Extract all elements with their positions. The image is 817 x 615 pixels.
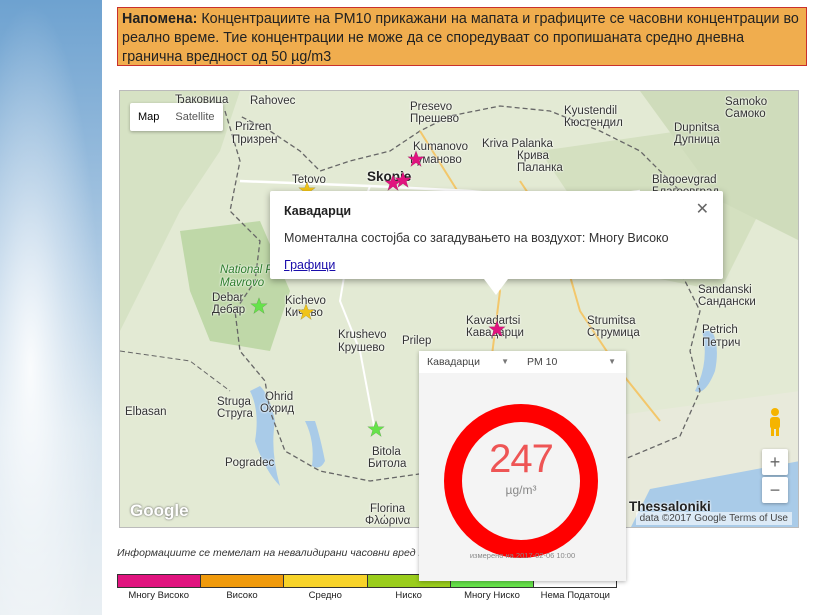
map-place-label: Кюстендил — [564, 117, 623, 129]
map-place-label: Сандански — [698, 296, 756, 308]
map-place-label: Blagoevgrad — [652, 174, 717, 186]
charts-link[interactable]: Графици — [284, 258, 335, 272]
map-place-label: Φλώρινα — [365, 515, 411, 527]
gauge-value: 247 — [489, 437, 554, 481]
legend-label: Многу Високо — [128, 590, 189, 601]
info-window: Кавадарци Моментална состојба со загадув… — [270, 191, 723, 295]
gauge-unit: µg/m³ — [505, 483, 537, 497]
map-place-label: Струга — [217, 408, 253, 420]
map-place-label: Petrich — [702, 324, 738, 336]
info-disclaimer: Информациите се темелат на невалидирани … — [117, 547, 442, 559]
map-place-label: Pogradec — [225, 457, 275, 469]
map-place-label: Samoko — [725, 96, 768, 108]
station-star-icon[interactable] — [394, 171, 412, 189]
zoom-out-button[interactable]: − — [762, 477, 788, 503]
map-place-label: Sandanski — [698, 284, 752, 296]
legend-swatch — [118, 575, 202, 587]
map-type-control: Map Satellite — [130, 103, 223, 131]
map-place-label: Prizren — [235, 121, 272, 133]
google-logo: Google — [130, 501, 189, 520]
station-star-icon[interactable] — [407, 150, 425, 168]
map-place-label: Битола — [368, 458, 407, 470]
station-star-icon[interactable] — [488, 320, 506, 338]
note-banner: Напомена: Концентрациите на PM10 прикажа… — [117, 7, 807, 66]
pollutant-select-value: PM 10 — [527, 356, 558, 368]
pegman-icon[interactable] — [766, 407, 784, 437]
map-place-label: Охрид — [260, 403, 295, 415]
map-place-label: Прешево — [410, 113, 460, 125]
zoom-in-button[interactable]: + — [762, 449, 788, 475]
legend-label: Нема Податоци — [540, 590, 610, 601]
map-place-label: Bitola — [372, 446, 401, 458]
pollutant-select[interactable]: PM 10 ▼ — [519, 351, 626, 373]
map-place-label: Дупница — [674, 134, 720, 146]
legend-labels: Многу Високо Високо Средно Ниско Многу Ниско… — [117, 590, 617, 601]
map-place-label: Дебар — [212, 304, 246, 316]
station-star-icon[interactable] — [367, 420, 385, 438]
map-type-map[interactable]: Map — [130, 103, 167, 131]
background-clouds — [0, 0, 102, 615]
legend-label: Многу Ниско — [464, 590, 520, 601]
station-star-icon[interactable] — [297, 303, 315, 321]
map-place-label: Kyustendil — [564, 105, 618, 117]
map-place-label: Kriva Palanka — [482, 138, 553, 150]
map-place-label: Debar — [212, 292, 244, 304]
map-place-label: Prilep — [402, 335, 432, 347]
map-place-label: Петрич — [702, 337, 741, 349]
map-place-label: Rahovec — [250, 95, 296, 107]
map-place-label: Elbasan — [125, 406, 167, 418]
map-place-label: Florina — [370, 503, 406, 515]
legend-label: Високо — [226, 590, 258, 601]
measured-timestamp: измерено на 2017-02-06 10:00 — [469, 551, 576, 560]
close-icon[interactable]: ✕ — [696, 199, 709, 219]
map-place-label: National P — [220, 264, 274, 276]
legend-swatch — [284, 575, 368, 587]
map-place-label: Призрен — [232, 134, 278, 146]
map-place-label: Крива — [517, 150, 549, 162]
info-window-tail — [484, 279, 508, 295]
map-place-label: Strumitsa — [587, 315, 636, 327]
chevron-down-icon: ▼ — [608, 357, 616, 366]
map-place-label: Крушево — [338, 342, 385, 354]
map-place-label: Ohrid — [265, 391, 294, 403]
station-star-icon[interactable] — [250, 297, 268, 315]
chevron-down-icon: ▼ — [501, 357, 509, 366]
station-select[interactable]: Кавадарци ▼ — [419, 351, 519, 373]
info-window-message: Моментална состојба со загадувањето на в… — [284, 231, 669, 245]
legend-label: Средно — [308, 590, 342, 601]
gauge-widget: Кавадарци ▼ PM 10 ▼ 247 µg/m³ измерено н… — [419, 351, 626, 581]
map-place-label: Dupnitsa — [674, 122, 720, 134]
info-window-title: Кавадарци — [284, 204, 352, 218]
map-place-label: Паланка — [517, 162, 563, 174]
legend-label: Ниско — [395, 590, 422, 601]
station-select-value: Кавадарци — [427, 356, 480, 368]
map-place-label: Самоко — [725, 108, 766, 120]
map-place-label: Presevo — [410, 101, 453, 113]
map-copyright[interactable]: data ©2017 Google Terms of Use — [635, 512, 792, 525]
gauge-ring: 247 µg/m³ — [441, 401, 601, 561]
map-place-label: Mavrovo — [220, 277, 265, 289]
map-place-label: Struga — [217, 396, 251, 408]
map-place-label: Krushevo — [338, 329, 387, 341]
legend-swatch — [201, 575, 285, 587]
note-label: Напомена: — [122, 11, 198, 27]
map-type-satellite[interactable]: Satellite — [167, 103, 222, 131]
map-place-label: Струмица — [587, 327, 640, 339]
note-text: Концентрациите на PM10 прикажани на мапа… — [122, 11, 799, 65]
